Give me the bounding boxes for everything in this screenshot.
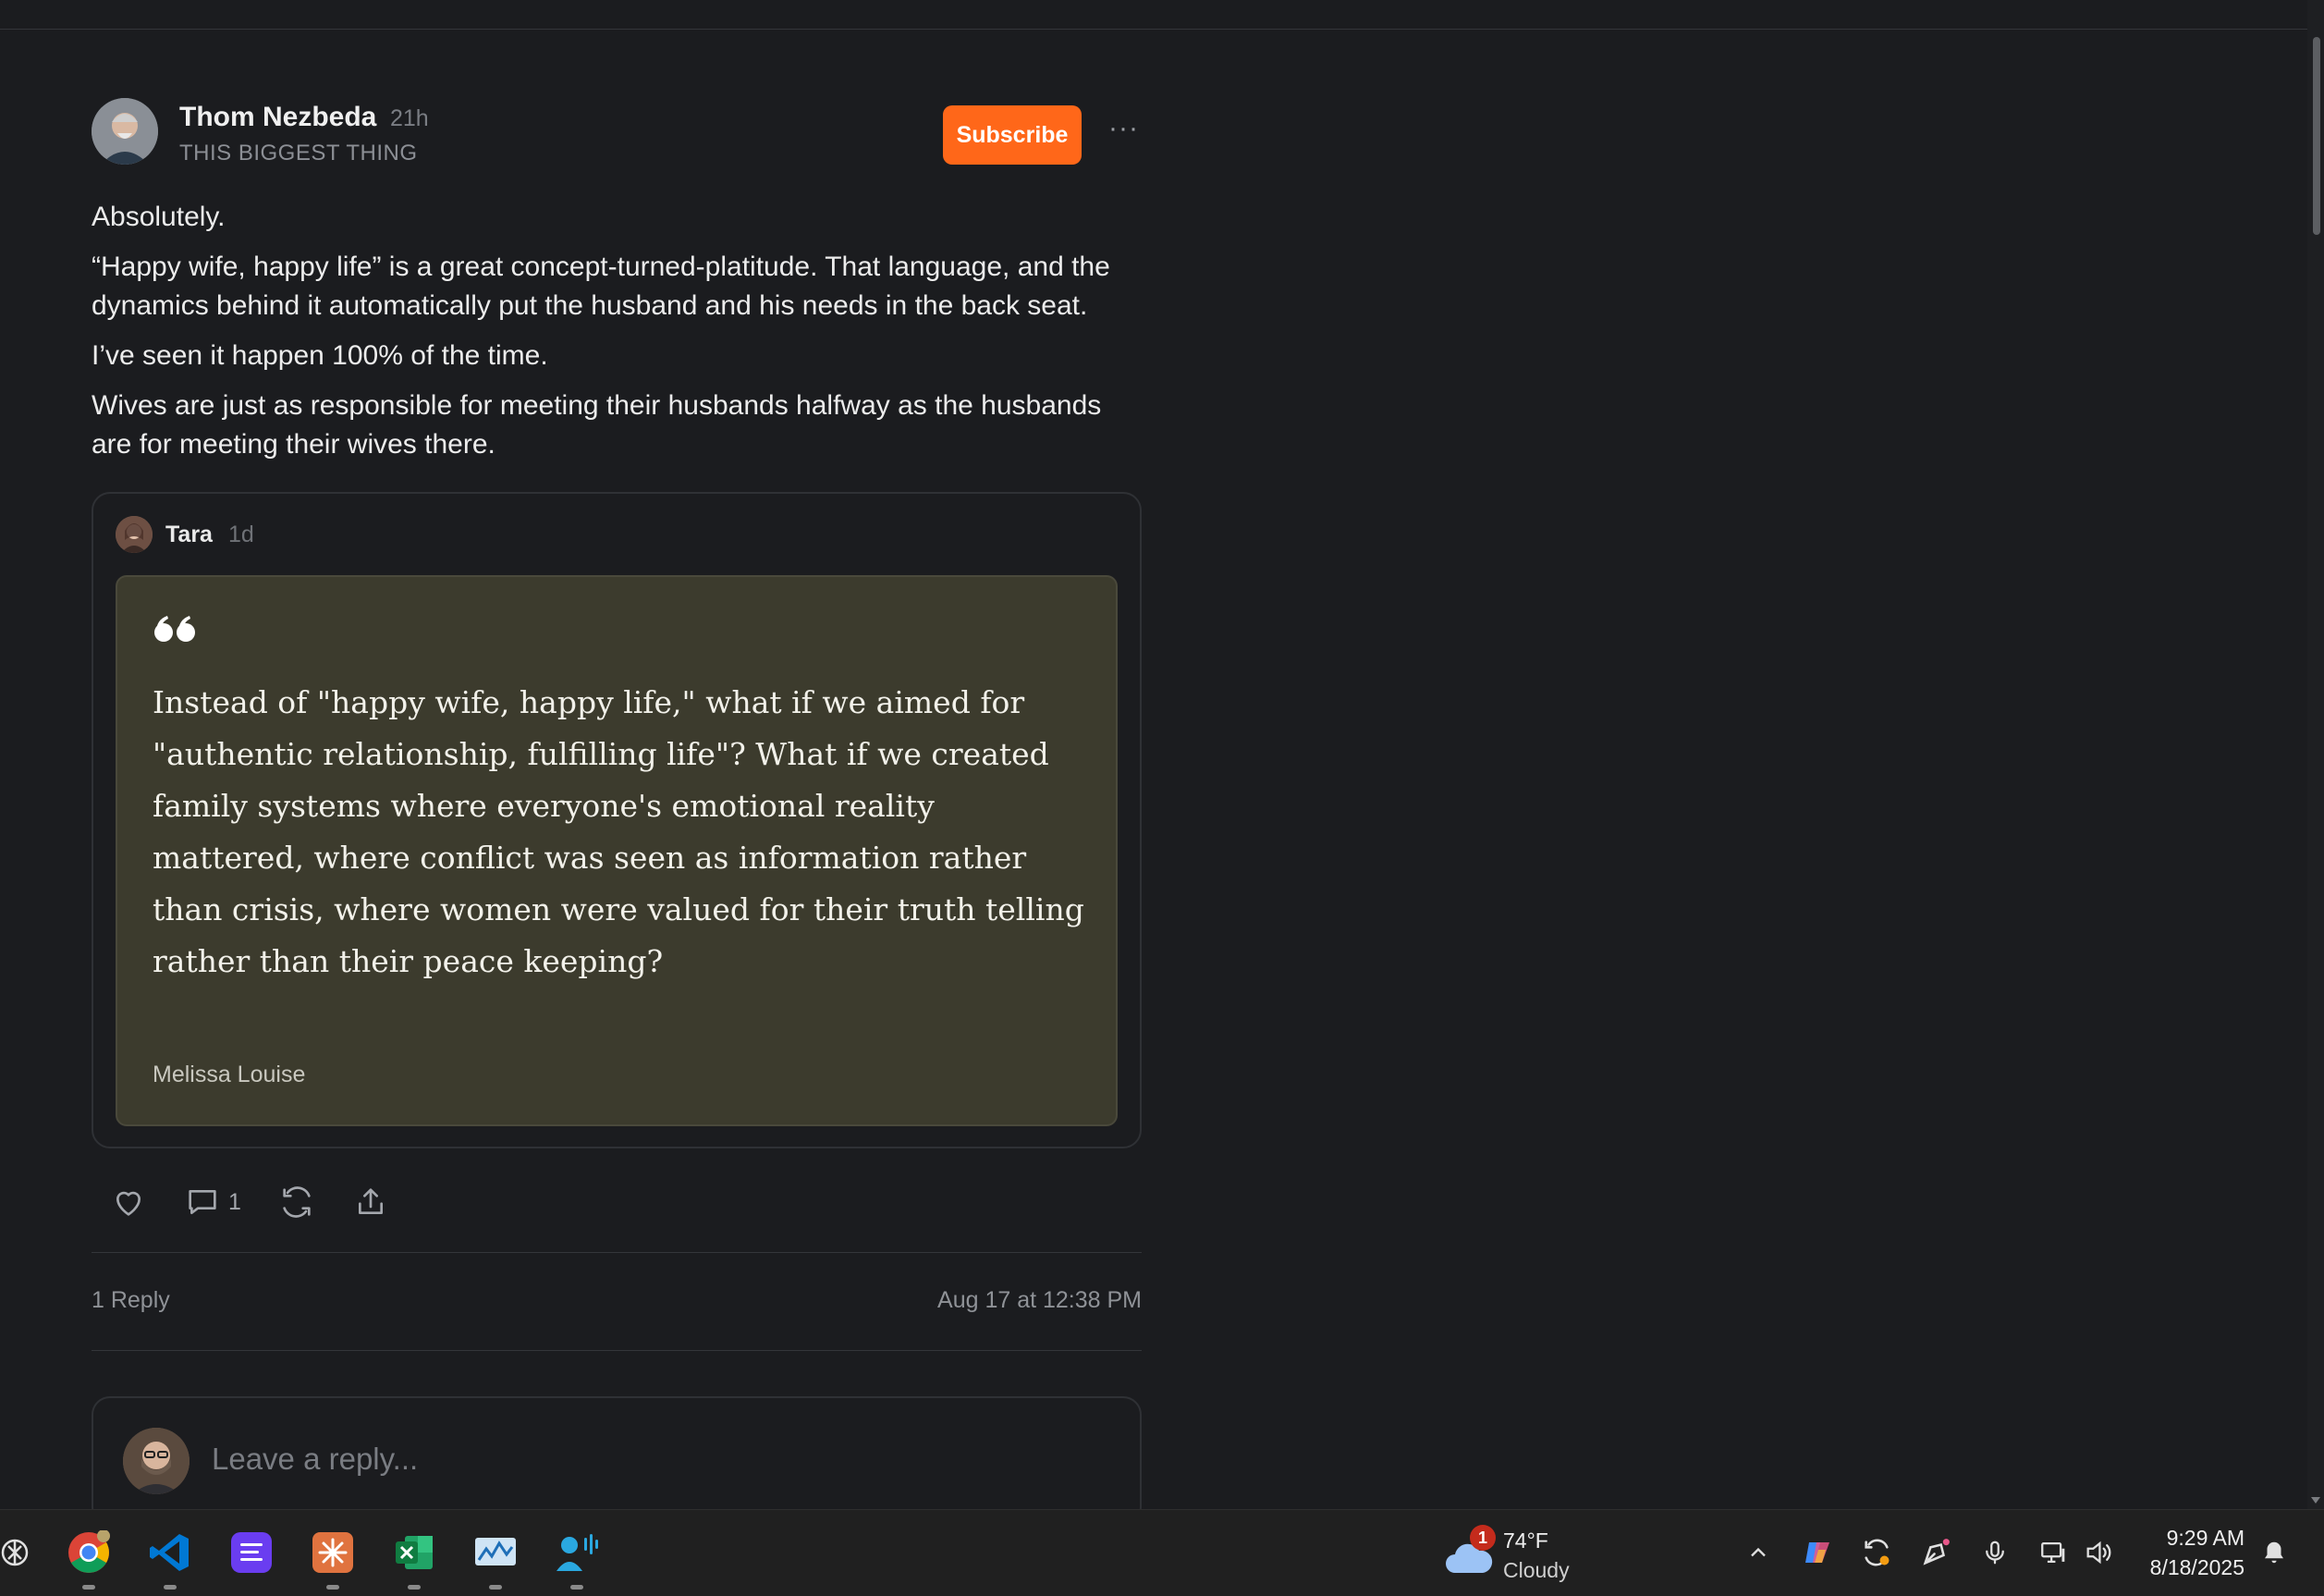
share-icon xyxy=(352,1184,389,1221)
running-indicator xyxy=(489,1585,502,1590)
chatgpt-icon[interactable] xyxy=(0,1528,39,1577)
chevron-up-icon[interactable] xyxy=(1740,1534,1777,1571)
top-bar-divider xyxy=(0,0,2307,30)
weather-widget[interactable]: 1 74°F Cloudy xyxy=(1442,1525,1608,1584)
copilot-icon[interactable] xyxy=(1799,1534,1836,1571)
network-icon[interactable] xyxy=(2036,1534,2073,1571)
quoted-note-card[interactable]: Tara 1d Instead of "happy wife, happy li… xyxy=(92,492,1142,1148)
replies-count-link[interactable]: 1 Reply xyxy=(92,1287,170,1314)
quoted-author-avatar[interactable] xyxy=(116,516,153,553)
post-time[interactable]: 21h xyxy=(390,105,429,132)
divider xyxy=(92,1350,1142,1351)
scrollbar[interactable] xyxy=(2307,0,2324,1509)
scrollbar-thumb[interactable] xyxy=(2313,37,2320,235)
weather-condition: Cloudy xyxy=(1503,1558,1570,1582)
clock-time: 9:29 AM xyxy=(2166,1526,2244,1550)
running-indicator xyxy=(408,1585,421,1590)
claude-icon[interactable] xyxy=(309,1528,357,1590)
windows-taskbar: 1 74°F Cloudy 9:29 AM 8/18/2025 xyxy=(0,1509,2324,1596)
vscode-icon[interactable] xyxy=(146,1528,194,1590)
pen-icon[interactable] xyxy=(1917,1534,1954,1571)
weather-temperature: 74°F xyxy=(1503,1528,1548,1553)
author-avatar[interactable] xyxy=(92,98,158,165)
heart-icon xyxy=(110,1184,147,1221)
scroll-down-arrow-icon[interactable] xyxy=(2311,1497,2320,1504)
restack-button[interactable] xyxy=(278,1184,315,1221)
running-indicator xyxy=(164,1585,177,1590)
weather-notification-badge: 1 xyxy=(1470,1525,1496,1551)
excel-icon[interactable] xyxy=(390,1528,438,1590)
quote-block: Instead of "happy wife, happy life," wha… xyxy=(116,575,1118,1126)
quote-attribution: Melissa Louise xyxy=(153,1062,306,1087)
running-indicator xyxy=(82,1585,95,1590)
clock-date: 8/18/2025 xyxy=(2149,1555,2244,1579)
restack-icon xyxy=(278,1184,315,1221)
system-clock[interactable]: 9:29 AM 8/18/2025 xyxy=(2126,1523,2244,1582)
notification-bell-icon[interactable] xyxy=(2256,1534,2293,1571)
author-name[interactable]: Thom Nezbeda xyxy=(179,102,376,133)
subscribe-button[interactable]: Subscribe xyxy=(943,105,1082,165)
sync-icon[interactable] xyxy=(1858,1534,1895,1571)
comment-count: 1 xyxy=(228,1188,241,1215)
post-paragraph: “Happy wife, happy life” is a great conc… xyxy=(92,252,1110,321)
share-button[interactable] xyxy=(352,1184,389,1221)
quote-mark-icon xyxy=(153,614,197,648)
post-paragraph: I’ve seen it happen 100% of the time. xyxy=(92,340,548,371)
like-button[interactable] xyxy=(110,1184,147,1221)
quote-text: Instead of "happy wife, happy life," wha… xyxy=(153,684,1084,979)
post-paragraph: Absolutely. xyxy=(92,202,226,232)
chrome-icon[interactable] xyxy=(65,1528,113,1590)
monitor-app-icon[interactable] xyxy=(471,1528,520,1590)
divider xyxy=(92,1252,1142,1253)
notes-app-icon[interactable] xyxy=(227,1528,275,1577)
quoted-time[interactable]: 1d xyxy=(228,522,254,548)
comment-button[interactable]: 1 xyxy=(184,1184,241,1221)
reply-input[interactable] xyxy=(212,1435,1044,1483)
post-date[interactable]: Aug 17 at 12:38 PM xyxy=(937,1287,1142,1314)
running-indicator xyxy=(326,1585,339,1590)
post-actions: 1 xyxy=(110,1176,426,1228)
current-user-avatar xyxy=(123,1428,190,1494)
microphone-icon[interactable] xyxy=(1976,1534,2013,1571)
post-body: Absolutely. “Happy wife, happy life” is … xyxy=(92,198,1142,475)
publication-name[interactable]: THIS BIGGEST THING xyxy=(179,141,417,166)
volume-icon[interactable] xyxy=(2080,1534,2117,1571)
post-paragraph: Wives are just as responsible for meetin… xyxy=(92,390,1102,460)
comment-icon xyxy=(184,1184,221,1221)
more-options-icon[interactable]: ··· xyxy=(1108,113,1139,144)
voice-access-icon[interactable] xyxy=(553,1528,601,1590)
reply-composer[interactable] xyxy=(92,1396,1142,1526)
quoted-author-name[interactable]: Tara xyxy=(165,522,213,548)
running-indicator xyxy=(570,1585,583,1590)
